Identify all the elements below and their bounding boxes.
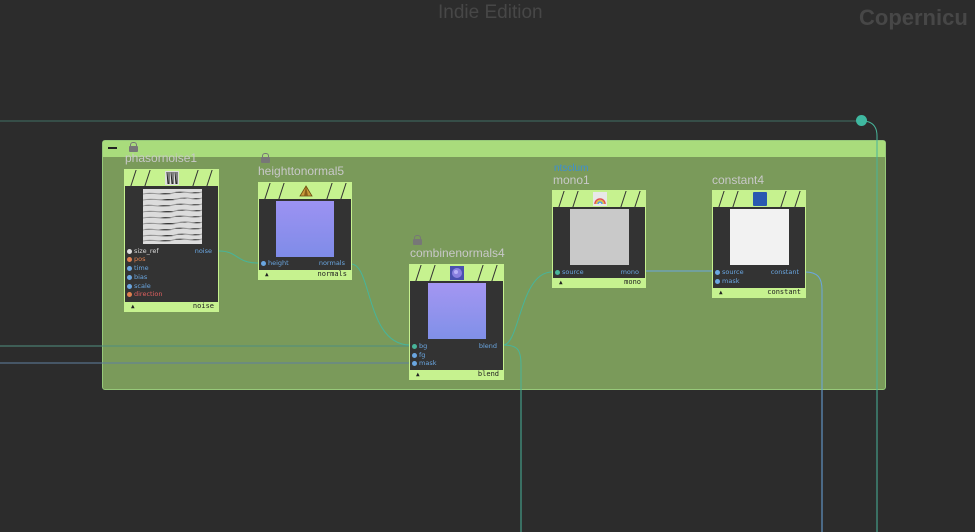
node-label-combinenormals[interactable]: combinenormals4 bbox=[410, 246, 505, 260]
node-heighttonormal[interactable]: height normals ▲ normals bbox=[258, 182, 352, 280]
normal-map-thumbnail bbox=[428, 283, 486, 339]
noise-thumbnail bbox=[143, 189, 202, 244]
node-footer[interactable]: ▲ blend bbox=[410, 370, 503, 379]
node-header[interactable] bbox=[553, 191, 645, 207]
blue-square-icon bbox=[753, 192, 767, 206]
input-port-size-ref[interactable]: size_ref bbox=[127, 247, 159, 255]
node-footer[interactable]: ▲ mono bbox=[553, 278, 645, 287]
normal-map-thumbnail bbox=[276, 201, 334, 257]
output-port-noise[interactable]: noise bbox=[195, 247, 212, 255]
node-phasornoise[interactable]: size_ref pos time bias scale direction n… bbox=[124, 169, 219, 312]
node-label-mono[interactable]: mono1 bbox=[553, 173, 590, 187]
constant-thumbnail bbox=[730, 209, 789, 265]
node-footer[interactable]: ▲ noise bbox=[125, 302, 218, 311]
input-port-pos[interactable]: pos bbox=[127, 255, 146, 263]
input-port-bias[interactable]: bias bbox=[127, 273, 147, 281]
wire-noise-to-height bbox=[218, 250, 259, 264]
input-port-source[interactable]: source bbox=[715, 268, 744, 276]
node-footer[interactable]: ▲ normals bbox=[259, 270, 351, 279]
node-label-constant[interactable]: constant4 bbox=[712, 173, 764, 187]
input-port-mask[interactable]: mask bbox=[715, 277, 739, 285]
input-port-fg[interactable]: fg bbox=[412, 351, 425, 359]
input-port-height[interactable]: height bbox=[261, 259, 289, 267]
input-port-direction[interactable]: direction bbox=[127, 290, 163, 298]
node-header[interactable] bbox=[259, 183, 351, 199]
node-header[interactable] bbox=[410, 265, 503, 281]
input-port-mask[interactable]: mask bbox=[412, 359, 436, 367]
node-header[interactable] bbox=[713, 191, 805, 207]
barcode-noise-icon bbox=[165, 171, 179, 185]
node-combinenormals[interactable]: bg fg mask blend ▲ blend bbox=[409, 264, 504, 380]
node-header[interactable] bbox=[125, 170, 218, 186]
normal-sphere-icon bbox=[450, 266, 464, 280]
output-endpoint[interactable] bbox=[856, 115, 867, 126]
input-port-source[interactable]: source bbox=[555, 268, 584, 276]
expand-arrow-icon[interactable]: ▲ bbox=[265, 270, 269, 279]
node-mono[interactable]: source mono ▲ mono bbox=[552, 190, 646, 288]
expand-arrow-icon[interactable]: ▲ bbox=[131, 302, 135, 311]
output-port-mono[interactable]: mono bbox=[621, 268, 639, 276]
pyramid-icon bbox=[299, 185, 313, 197]
node-label-heighttonormal[interactable]: heighttonormal5 bbox=[258, 164, 344, 178]
rainbow-icon bbox=[593, 192, 607, 206]
expand-arrow-icon[interactable]: ▲ bbox=[559, 278, 563, 287]
node-label-phasornoise[interactable]: phasornoise1 bbox=[125, 151, 197, 165]
input-port-bg[interactable]: bg bbox=[412, 342, 427, 350]
node-footer[interactable]: ▲ constant bbox=[713, 288, 805, 297]
expand-arrow-icon[interactable]: ▲ bbox=[416, 370, 420, 379]
mono-thumbnail bbox=[570, 209, 629, 265]
output-port-blend[interactable]: blend bbox=[479, 342, 497, 350]
output-port-constant[interactable]: constant bbox=[771, 268, 799, 276]
expand-arrow-icon[interactable]: ▲ bbox=[719, 288, 723, 297]
input-port-time[interactable]: time bbox=[127, 264, 149, 272]
input-port-scale[interactable]: scale bbox=[127, 282, 151, 290]
wire-constant-down bbox=[804, 271, 823, 532]
wire-blend-to-source bbox=[502, 271, 553, 346]
lock-icon bbox=[261, 153, 270, 163]
wire-blend-down bbox=[502, 344, 522, 532]
wire-right-down bbox=[861, 120, 878, 532]
lock-icon bbox=[413, 235, 422, 245]
node-constant[interactable]: source mask constant ▲ constant bbox=[712, 190, 806, 298]
wire-normals-to-bg bbox=[350, 263, 411, 346]
output-port-normals[interactable]: normals bbox=[319, 259, 345, 267]
